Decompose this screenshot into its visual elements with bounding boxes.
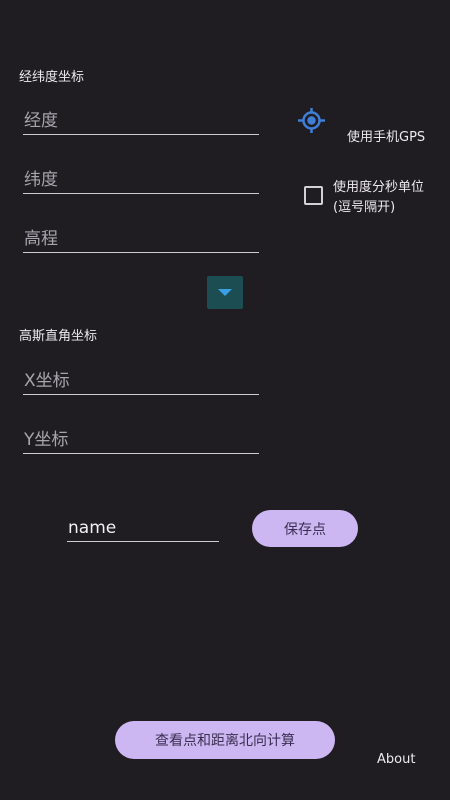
latlon-section-title: 经纬度坐标: [19, 70, 85, 85]
point-name-field-wrapper: [67, 513, 220, 542]
longitude-field-wrapper: [23, 104, 260, 135]
latitude-input[interactable]: [23, 170, 260, 192]
expand-dropdown-button[interactable]: [207, 276, 243, 309]
main-screen: 经纬度坐标 使用手机GPS 使用度分秒单位 (逗号隔开) 高斯直角坐标: [0, 0, 450, 800]
latitude-field-wrapper: [23, 163, 260, 194]
point-name-input[interactable]: [67, 518, 220, 540]
gauss-section-title: 高斯直角坐标: [19, 329, 98, 344]
gps-locate-icon[interactable]: [296, 107, 327, 134]
view-points-button[interactable]: 查看点和距离北向计算: [115, 721, 335, 759]
dms-label-line2: (逗号隔开): [333, 200, 396, 215]
y-coord-field-wrapper: [23, 423, 260, 454]
dms-label-line1: 使用度分秒单位: [333, 180, 425, 195]
longitude-input[interactable]: [23, 111, 260, 133]
save-point-button[interactable]: 保存点: [252, 510, 358, 547]
altitude-input[interactable]: [23, 229, 260, 251]
altitude-field-wrapper: [23, 222, 260, 253]
use-gps-label[interactable]: 使用手机GPS: [347, 126, 425, 145]
chevron-down-icon: [218, 288, 232, 296]
y-coordinate-input[interactable]: [23, 430, 260, 452]
about-link[interactable]: About: [377, 752, 415, 767]
dms-checkbox-label[interactable]: 使用度分秒单位 (逗号隔开): [333, 178, 424, 218]
x-coord-field-wrapper: [23, 364, 260, 395]
dms-checkbox[interactable]: [304, 186, 323, 205]
x-coordinate-input[interactable]: [23, 371, 260, 393]
